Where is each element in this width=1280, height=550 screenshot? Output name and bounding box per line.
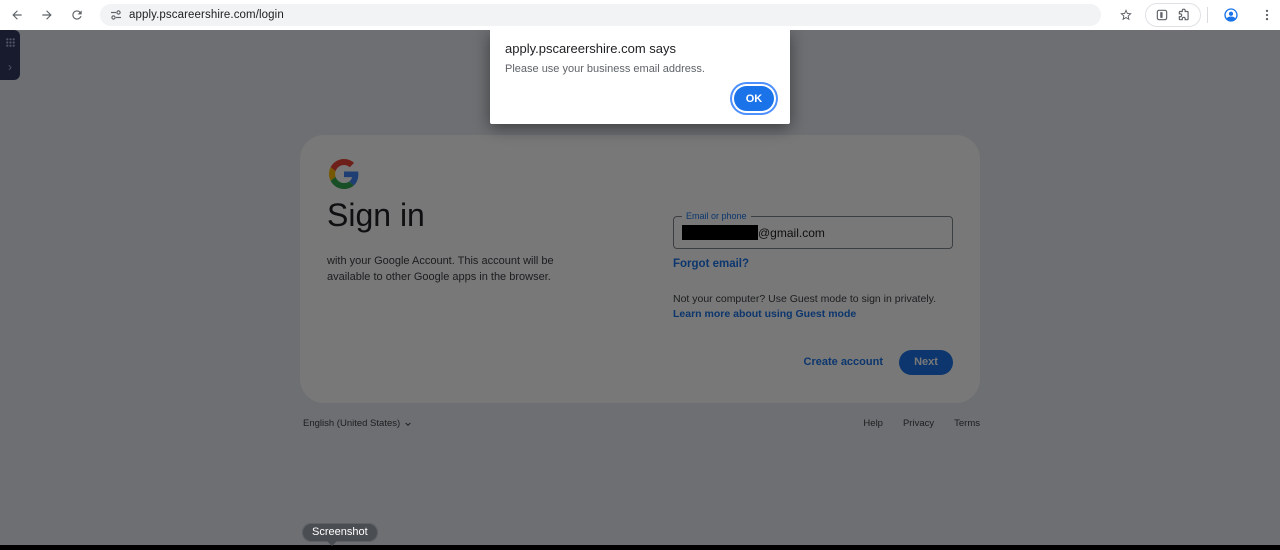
alert-dialog-title: apply.pscareershire.com says (505, 41, 676, 56)
toolbar-extensions-group (1145, 3, 1201, 27)
bookmark-button[interactable] (1113, 2, 1139, 28)
star-icon (1119, 8, 1133, 22)
url-bar[interactable]: apply.pscareershire.com/login (100, 4, 1101, 26)
screenshot-tooltip-label: Screenshot (302, 523, 378, 542)
reload-icon (70, 8, 84, 22)
alert-dialog: apply.pscareershire.com says Please use … (490, 30, 790, 124)
reload-button[interactable] (64, 2, 90, 28)
bottom-taskbar (0, 545, 1280, 550)
back-button[interactable] (4, 2, 30, 28)
account-avatar-icon (1223, 7, 1239, 23)
forward-button[interactable] (34, 2, 60, 28)
tooltip-pointer (326, 540, 338, 546)
screenshot-tooltip: Screenshot (302, 522, 378, 540)
browser-toolbar: apply.pscareershire.com/login (0, 0, 1280, 30)
alert-dialog-message: Please use your business email address. (505, 63, 705, 75)
ok-button[interactable]: OK (734, 86, 774, 111)
forward-arrow-icon (40, 8, 54, 22)
back-arrow-icon (10, 8, 24, 22)
chrome-menu-button[interactable] (1254, 2, 1280, 28)
url-text: apply.pscareershire.com/login (129, 9, 284, 21)
profile-button[interactable] (1218, 2, 1244, 28)
side-panel-icon[interactable] (1155, 8, 1169, 22)
page-content: › Sign in with your Google Account. This… (0, 30, 1280, 550)
kebab-menu-icon (1260, 8, 1274, 22)
extensions-icon[interactable] (1177, 8, 1191, 22)
toolbar-separator (1207, 7, 1208, 23)
site-settings-icon[interactable] (110, 9, 122, 21)
